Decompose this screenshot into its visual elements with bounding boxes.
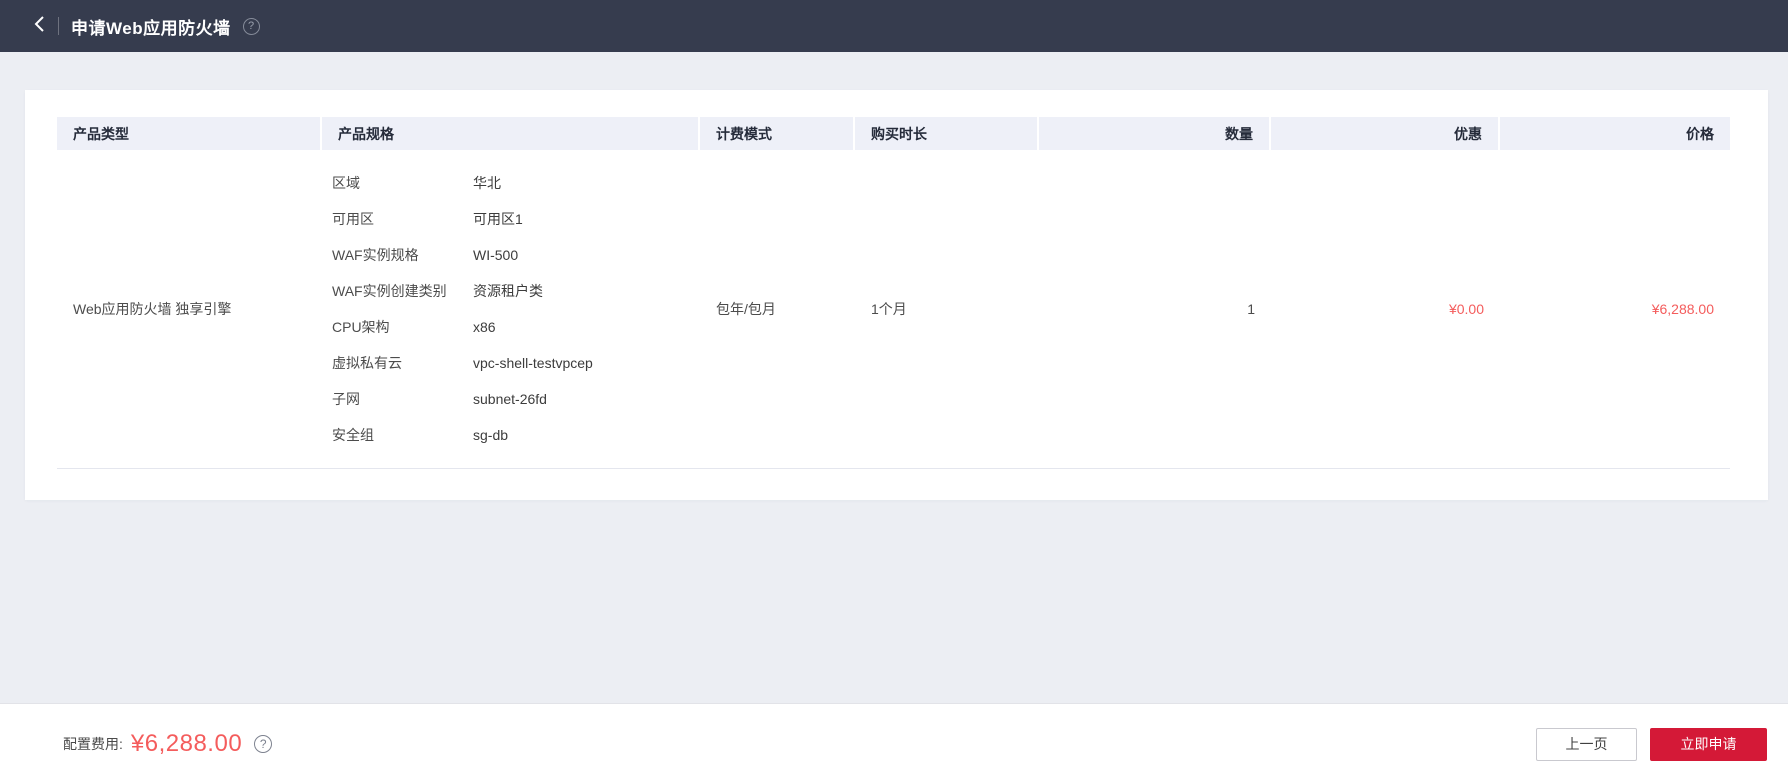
page-title: 申请Web应用防火墙: [71, 18, 231, 38]
column-header-product-type: 产品类型: [57, 117, 322, 150]
spec-row-security-group: 安全组 sg-db: [332, 417, 690, 453]
order-table: 产品类型 产品规格 计费模式 购买时长 数量 优惠 价格 Web应用防火墙 独享…: [57, 117, 1730, 469]
footer-bar: 配置费用: ¥6,288.00 ? 上一页 立即申请: [0, 703, 1788, 784]
previous-page-button[interactable]: 上一页: [1536, 727, 1637, 761]
spec-label: 虚拟私有云: [332, 355, 402, 371]
spec-label: 子网: [332, 391, 360, 407]
spec-row-vpc: 虚拟私有云 vpc-shell-testvpcep: [332, 345, 690, 381]
spec-label: WAF实例创建类别: [332, 283, 447, 299]
spec-row-waf-spec: WAF实例规格 WI-500: [332, 237, 690, 273]
spec-value: sg-db: [473, 427, 509, 443]
spec-value: 可用区1: [473, 211, 523, 227]
spec-row-waf-category: WAF实例创建类别 资源租户类: [332, 273, 690, 309]
apply-now-button[interactable]: 立即申请: [1650, 727, 1767, 761]
config-fee-value: ¥6,288.00: [130, 730, 243, 757]
cell-price: ¥6,288.00: [1651, 301, 1714, 317]
column-header-duration: 购买时长: [855, 117, 1039, 150]
table-header-row: 产品类型 产品规格 计费模式 购买时长 数量 优惠 价格: [57, 117, 1730, 150]
cell-duration: 1个月: [871, 301, 907, 317]
spec-row-cpu-arch: CPU架构 x86: [332, 309, 690, 345]
spec-row-az: 可用区 可用区1: [332, 201, 690, 237]
fee-help-icon[interactable]: ?: [254, 735, 273, 753]
cell-quantity: 1: [1247, 301, 1255, 317]
spec-value: vpc-shell-testvpcep: [473, 355, 593, 371]
cell-billing-mode: 包年/包月: [716, 301, 776, 317]
spec-row-subnet: 子网 subnet-26fd: [332, 381, 690, 417]
spec-label: 可用区: [332, 211, 374, 227]
spec-label: WAF实例规格: [332, 247, 419, 263]
spec-label: 区域: [332, 175, 360, 191]
spec-row-region: 区域 华北: [332, 165, 690, 201]
column-header-product-spec: 产品规格: [322, 117, 700, 150]
cell-product-type: Web应用防火墙 独享引擎: [73, 301, 232, 317]
title-help-icon[interactable]: ?: [242, 17, 260, 35]
spec-value: 华北: [473, 175, 501, 191]
spec-label: 安全组: [332, 427, 374, 443]
title-divider: [58, 17, 59, 35]
table-row: Web应用防火墙 独享引擎 区域 华北 可用区 可用区1 WAF实例规格 WI-…: [57, 150, 1730, 469]
top-bar: 申请Web应用防火墙 ?: [0, 0, 1788, 52]
cell-product-spec: 区域 华北 可用区 可用区1 WAF实例规格 WI-500 WAF实例创建类别 …: [322, 150, 700, 468]
back-chevron-icon: [34, 15, 45, 38]
config-fee-label: 配置费用:: [63, 736, 123, 752]
column-header-billing-mode: 计费模式: [700, 117, 855, 150]
back-button[interactable]: [26, 13, 52, 39]
spec-value: subnet-26fd: [473, 391, 547, 407]
spec-value: 资源租户类: [473, 283, 543, 299]
column-header-price: 价格: [1500, 117, 1730, 150]
order-summary-card: 产品类型 产品规格 计费模式 购买时长 数量 优惠 价格 Web应用防火墙 独享…: [25, 90, 1768, 500]
spec-label: CPU架构: [332, 319, 390, 335]
column-header-discount: 优惠: [1271, 117, 1500, 150]
spec-value: x86: [473, 319, 496, 335]
column-header-quantity: 数量: [1039, 117, 1271, 150]
spec-value: WI-500: [473, 247, 519, 263]
cell-discount: ¥0.00: [1448, 301, 1484, 317]
